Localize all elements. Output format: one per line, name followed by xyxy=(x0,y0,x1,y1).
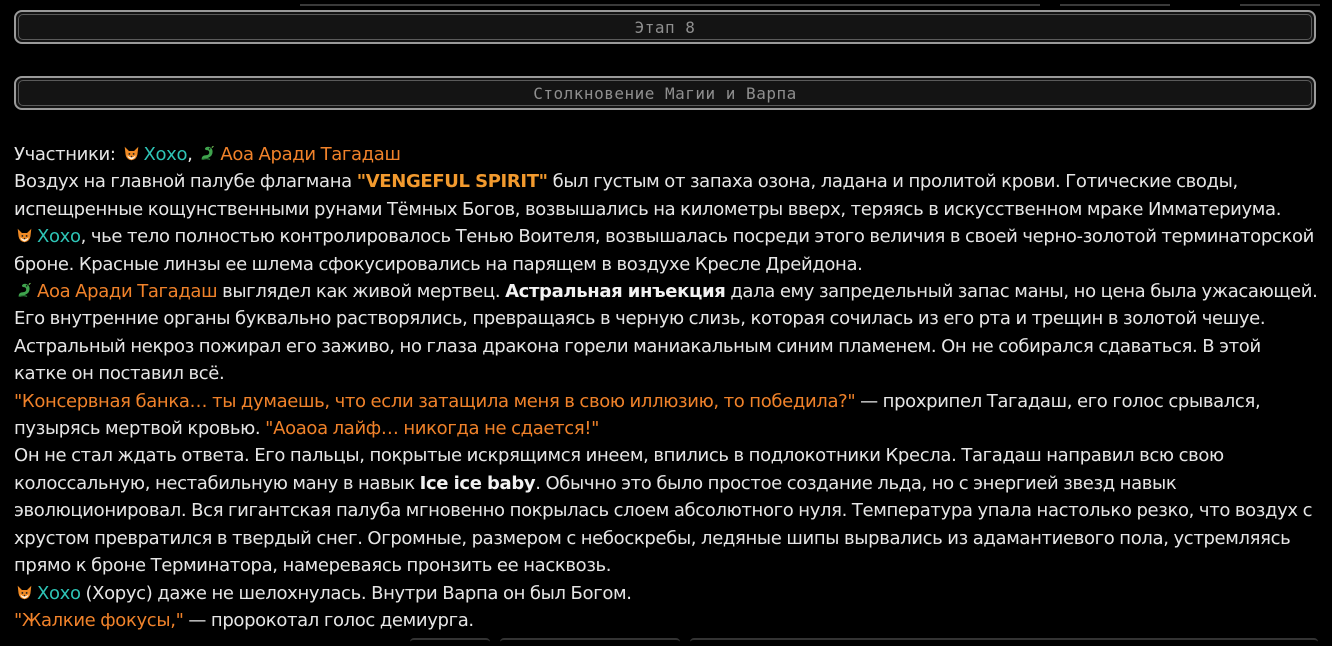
participants-label: Участники: xyxy=(14,144,116,165)
paragraph-hoho-reaction: Хохо (Хорус) даже не шелохнулась. Внутри… xyxy=(14,580,1318,607)
ship-name: "VENGEFUL SPIRIT" xyxy=(356,171,548,193)
stage-banner: Этап 8 xyxy=(14,10,1316,44)
previous-panel-edge xyxy=(300,0,1040,6)
chapter-title: Столкновение Магии и Варпа xyxy=(533,83,797,103)
paragraph-demiurge: "Жалкие фокусы," — пророкотал голос деми… xyxy=(14,609,474,631)
paragraph-deck: Воздух на главной палубе флагмана "VENGE… xyxy=(14,171,1282,220)
next-element-edge-2 xyxy=(500,638,680,646)
skill-astral-injection: Астральная инъекция xyxy=(505,281,726,303)
participant-hoho[interactable]: Хохо xyxy=(144,144,188,165)
character-name-hoho[interactable]: Хохо xyxy=(37,226,81,247)
participants-line: Участники: Хохо, Аоа Аради Тагадаш xyxy=(14,141,1318,168)
fox-icon xyxy=(17,585,32,599)
next-element-edge xyxy=(410,638,490,646)
participant-tagadash[interactable]: Аоа Аради Тагадаш xyxy=(220,144,401,165)
character-name-hoho[interactable]: Хохо xyxy=(37,583,81,604)
chapter-title-banner: Столкновение Магии и Варпа xyxy=(14,76,1316,110)
quote-tagadash-2: "Аоаоа лайф… никогда не сдается!" xyxy=(265,418,600,440)
quote-tagadash-1: "Консервная банка… ты думаешь, что если … xyxy=(14,390,856,412)
quote-demiurge: "Жалкие фокусы," xyxy=(14,609,184,631)
stage-label: Этап 8 xyxy=(634,17,696,37)
story-text: Участники: Хохо, Аоа Аради Тагадаш Возду… xyxy=(14,141,1318,634)
paragraph-ice-attack: Он не стал ждать ответа. Его пальцы, пок… xyxy=(14,445,1313,577)
fox-icon xyxy=(17,228,32,243)
dragon-icon xyxy=(201,145,215,161)
previous-panel-edge-right xyxy=(1060,0,1170,6)
paragraph-dialogue: "Консервная банка… ты думаешь, что если … xyxy=(14,390,1261,440)
next-element-edge-3 xyxy=(690,638,1318,646)
paragraph-tagadash-necrosis: Аоа Аради Тагадаш выглядел как живой мер… xyxy=(14,281,1318,385)
previous-panel-edge-far xyxy=(1240,0,1320,6)
skill-ice-ice-baby: Ice ice baby xyxy=(419,472,536,494)
paragraph-hoho-armor: Хохо, чье тело полностью контролировалос… xyxy=(14,226,1314,275)
participants-separator: , xyxy=(187,144,193,165)
dragon-icon xyxy=(18,282,31,298)
character-name-tagadash[interactable]: Аоа Аради Тагадаш xyxy=(37,281,218,302)
fox-icon xyxy=(124,146,138,161)
